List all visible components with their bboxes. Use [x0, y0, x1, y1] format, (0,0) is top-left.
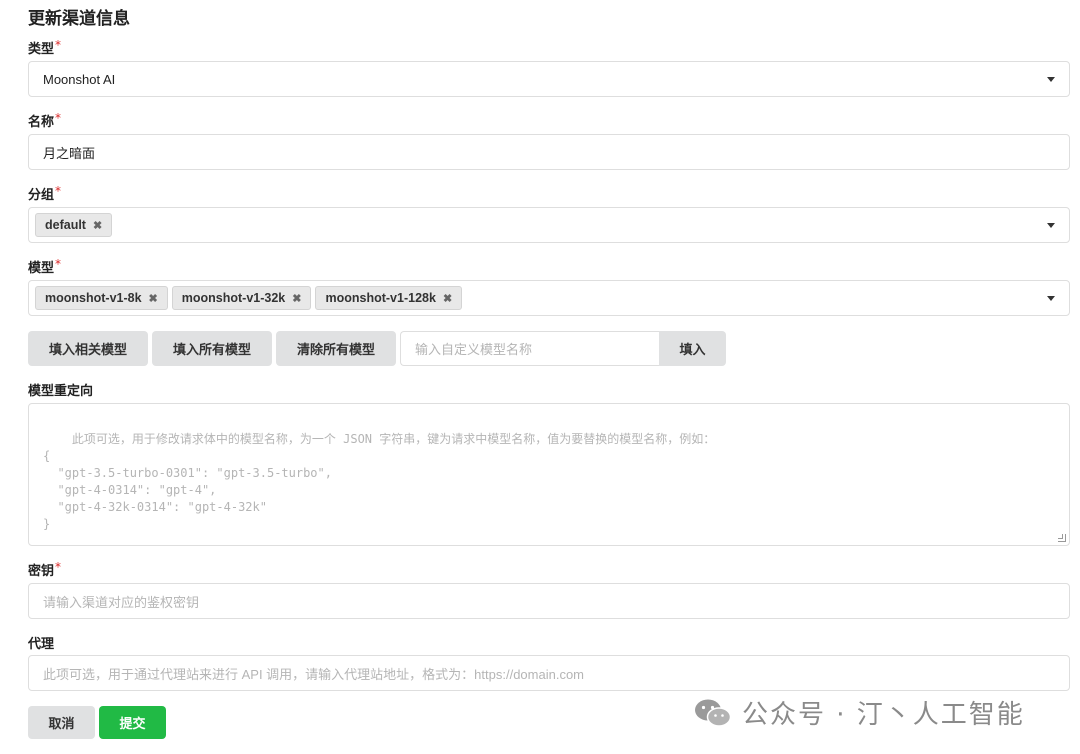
watermark: 公众号 · 汀丶人工智能	[694, 694, 1025, 731]
model-mapping-label: 模型重定向	[28, 384, 94, 399]
channel-edit-form: 更新渠道信息 类型* Moonshot AI 名称* 月之暗面 分组* defa…	[0, 0, 1080, 754]
wechat-icon	[695, 699, 732, 727]
remove-chip-icon[interactable]: ✖	[292, 292, 301, 305]
group-chip: default ✖	[35, 213, 113, 237]
required-mark: *	[55, 560, 62, 574]
clear-all-models-button[interactable]: 清除所有模型	[276, 331, 396, 366]
model-mapping-placeholder: 此项可选，用于修改请求体中的模型名称，为一个 JSON 字符串，键为请求中模型名…	[43, 432, 716, 531]
proxy-input[interactable]: 此项可选，用于通过代理站来进行 API 调用，请输入代理站地址，格式为：http…	[28, 655, 1070, 691]
remove-chip-icon[interactable]: ✖	[93, 219, 102, 232]
page-title: 更新渠道信息	[28, 9, 130, 29]
models-label: 模型*	[28, 257, 62, 276]
model-chip: moonshot-v1-8k ✖	[35, 286, 168, 310]
submit-button[interactable]: 提交	[99, 706, 166, 739]
required-mark: *	[55, 257, 62, 271]
fill-all-models-button[interactable]: 填入所有模型	[152, 331, 272, 366]
required-mark: *	[55, 184, 62, 198]
fill-custom-model-button[interactable]: 填入	[659, 331, 726, 366]
model-chip-list: moonshot-v1-8k ✖ moonshot-v1-32k ✖ moonsho…	[29, 286, 463, 310]
proxy-label: 代理	[28, 637, 55, 652]
remove-chip-icon[interactable]: ✖	[443, 292, 452, 305]
custom-model-placeholder: 输入自定义模型名称	[415, 343, 533, 358]
key-input[interactable]: 请输入渠道对应的鉴权密钥	[28, 583, 1070, 619]
fill-related-models-button[interactable]: 填入相关模型	[28, 331, 148, 366]
watermark-text: 公众号 · 汀丶人工智能	[742, 700, 1025, 730]
dropdown-caret-icon	[1047, 296, 1055, 301]
remove-chip-icon[interactable]: ✖	[149, 292, 158, 305]
resize-handle-icon[interactable]	[1058, 534, 1066, 542]
group-chip-list: default ✖	[29, 213, 113, 237]
required-mark: *	[55, 111, 62, 125]
key-label: 密钥*	[28, 560, 62, 579]
type-select-value: Moonshot AI	[43, 71, 116, 87]
proxy-input-placeholder: 此项可选，用于通过代理站来进行 API 调用，请输入代理站地址，格式为：http…	[43, 666, 585, 682]
dropdown-caret-icon	[1047, 77, 1055, 82]
required-mark: *	[55, 38, 62, 52]
model-mapping-textarea[interactable]: 此项可选，用于修改请求体中的模型名称，为一个 JSON 字符串，键为请求中模型名…	[28, 403, 1070, 546]
cancel-button[interactable]: 取消	[28, 706, 95, 739]
name-input-value: 月之暗面	[43, 145, 96, 161]
group-label: 分组*	[28, 184, 62, 203]
model-chip: moonshot-v1-32k ✖	[171, 286, 312, 310]
custom-model-input[interactable]: 输入自定义模型名称	[400, 331, 660, 366]
key-input-placeholder: 请输入渠道对应的鉴权密钥	[43, 594, 200, 610]
group-select[interactable]: default ✖	[28, 207, 1070, 243]
dropdown-caret-icon	[1047, 223, 1055, 228]
name-input[interactable]: 月之暗面	[28, 134, 1070, 170]
type-label: 类型*	[28, 38, 62, 57]
type-select[interactable]: Moonshot AI	[28, 61, 1070, 97]
model-chip: moonshot-v1-128k ✖	[315, 286, 463, 310]
models-select[interactable]: moonshot-v1-8k ✖ moonshot-v1-32k ✖ moonsho…	[28, 280, 1070, 316]
name-label: 名称*	[28, 111, 62, 130]
